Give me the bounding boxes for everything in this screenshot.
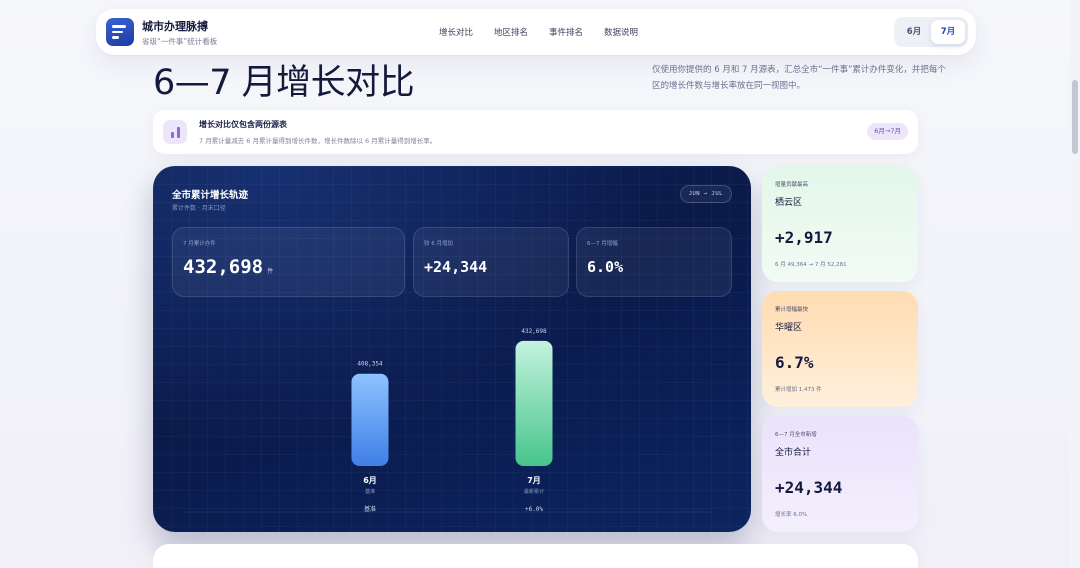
card-kicker: 6—7 月全市新增 [775, 432, 817, 438]
card-fastest-growth[interactable]: 累计增幅最快 华曜区 6.7% 累计增加 1,473 件 [762, 291, 918, 407]
card-name: 全市合计 [775, 448, 812, 458]
card-value: +2,917 [775, 228, 833, 247]
card-name: 华曜区 [775, 323, 803, 333]
page-description: 仅使用你提供的 6 月和 7 月源表，汇总全市“一件事”累计办件变化，并把每个区… [652, 65, 946, 91]
card-top-contributor[interactable]: 增量贡献最高 栖云区 +2,917 6 月 49,364 → 7 月 52,28… [762, 166, 918, 282]
next-section-card [153, 544, 918, 568]
nav-links: 增长对比 地区排名 事件排名 数据说明 [439, 9, 638, 55]
top-navbar: 城市办理脉搏 省级“一件事”统计看板 增长对比 地区排名 事件排名 数据说明 6… [96, 9, 976, 55]
bar-footer-label: +6.0% [525, 506, 543, 513]
page-title: 6—7 月增长对比 [153, 63, 415, 103]
card-name: 栖云区 [775, 198, 803, 208]
card-footnote: 累计增加 1,473 件 [775, 387, 822, 393]
card-value: +24,344 [775, 478, 843, 497]
growth-bar-chart: 408,3546月基准基准432,6987月最新累计+6.0% [183, 328, 713, 513]
brand: 城市办理脉搏 省级“一件事”统计看板 [142, 18, 217, 47]
nav-link-region-rank[interactable]: 地区排名 [494, 26, 528, 38]
month-option-june[interactable]: 6月 [897, 20, 931, 44]
bar-footer-label: 基准 [364, 505, 376, 513]
bar-category-label: 7月 [527, 476, 541, 485]
bar-category-note: 最新累计 [524, 488, 544, 495]
nav-link-event-rank[interactable]: 事件排名 [549, 26, 583, 38]
nav-link-data-notes[interactable]: 数据说明 [604, 26, 638, 38]
bar-value-label: 408,354 [357, 361, 383, 368]
bar-chart-icon [163, 120, 187, 144]
notice-title: 增长对比仅包含两份源表 [199, 120, 287, 129]
month-option-july[interactable]: 7月 [931, 20, 965, 44]
app-logo-icon[interactable] [106, 18, 134, 46]
card-kicker: 累计增幅最快 [775, 307, 809, 313]
info-notice: 增长对比仅包含两份源表 7 月累计量减去 6 月累计量得到增长件数，增长件数除以… [153, 110, 918, 154]
scrollbar-thumb[interactable] [1072, 80, 1078, 154]
card-footnote: 增长率 6.0% [775, 512, 808, 518]
app-subtitle: 省级“一件事”统计看板 [142, 36, 218, 46]
page-scrollbar[interactable] [1070, 0, 1080, 568]
bar-category-note: 基准 [365, 488, 375, 495]
bar-value-label: 432,698 [521, 328, 547, 335]
card-kicker: 增量贡献最高 [775, 182, 809, 188]
month-toggle: 6月 7月 [894, 17, 968, 47]
nav-link-growth[interactable]: 增长对比 [439, 26, 473, 38]
bar-june [351, 373, 389, 466]
notice-text: 7 月累计量减去 6 月累计量得到增长件数，增长件数除以 6 月累计量得到增长率… [199, 137, 437, 145]
growth-panel: 全市累计增长轨迹 累计件数 · 月末口径 JUN → JUL 7 月累计办件 4… [153, 166, 751, 532]
app-title: 城市办理脉搏 [142, 19, 208, 33]
bar-category-label: 6月 [363, 476, 377, 485]
card-value: 6.7% [775, 353, 814, 372]
card-footnote: 6 月 49,364 → 7 月 52,281 [775, 262, 847, 268]
bar-july [515, 340, 553, 466]
notice-tag: 6月→7月 [867, 123, 908, 140]
card-city-total[interactable]: 6—7 月全市新增 全市合计 +24,344 增长率 6.0% [762, 416, 918, 532]
